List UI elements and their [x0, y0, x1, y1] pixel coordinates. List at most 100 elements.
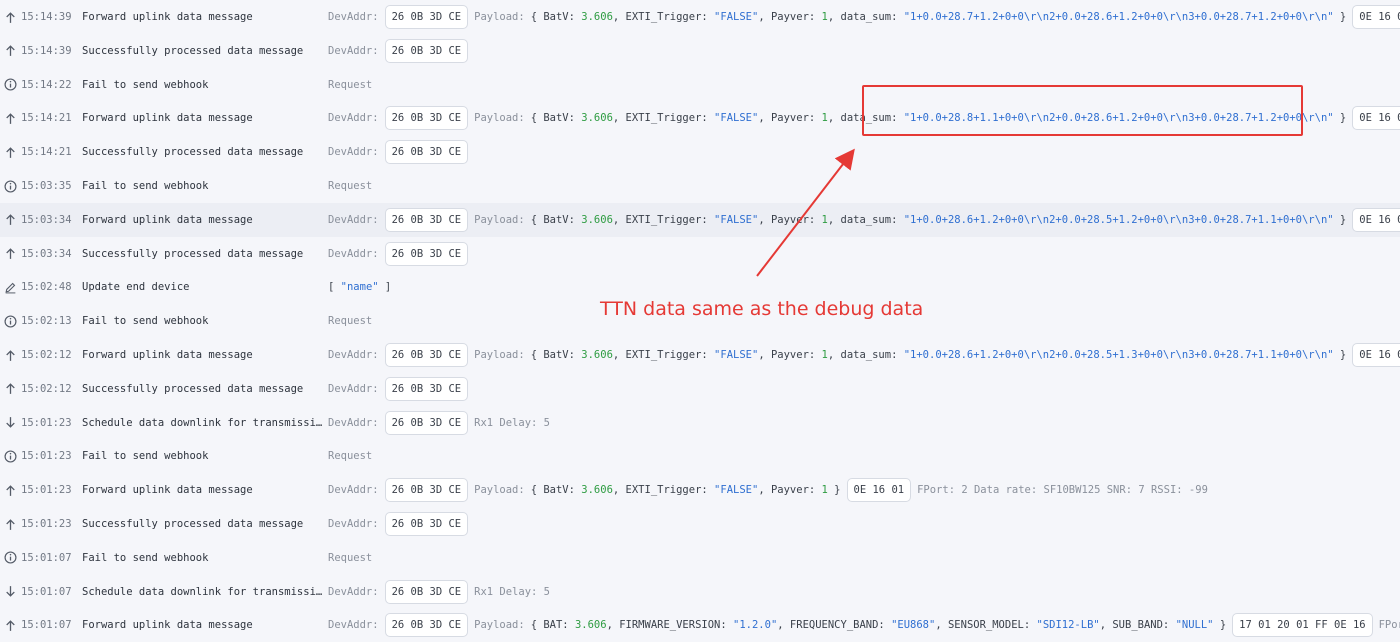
- payload-token: , Payver:: [758, 349, 822, 361]
- payload-token: , SUB_BAND:: [1099, 619, 1176, 632]
- payload-token: , EXTI_Trigger:: [612, 213, 715, 226]
- payload-label: Payload:: [474, 349, 525, 361]
- payload-token: "FALSE": [714, 349, 759, 361]
- raw-payload-chip[interactable]: 0E 16 01 F1 14: [1352, 343, 1400, 367]
- event-time: 15:14:21: [21, 146, 72, 159]
- event-details: DevAddr: 26 0B 3D CE Payload: { BatV: 3.606…: [328, 207, 1400, 232]
- payload-token: "1+0.0+28.7+1.2+0+0\r\n2+0.0+28.6+1.2+0+…: [903, 11, 1334, 23]
- event-details: Request: [328, 552, 372, 564]
- payload-token: 3.606: [581, 11, 613, 23]
- payload-token: "FALSE": [714, 484, 759, 497]
- payload-label: Payload:: [474, 213, 525, 226]
- arrow-up-icon: [4, 11, 17, 24]
- event-row[interactable]: 15:03:34 Forward uplink data message DevAd…: [0, 202, 1400, 237]
- event-row[interactable]: 15:01:07 Schedule data downlink for trans…: [0, 575, 1400, 609]
- devaddr-chip[interactable]: 26 0B 3D CE: [384, 106, 469, 131]
- payload-token: "SDI12-LB": [1036, 619, 1100, 632]
- event-row[interactable]: 15:03:35 Fail to send webhook Request: [0, 169, 1400, 203]
- payload-token: "NULL": [1175, 619, 1214, 632]
- arrow-up-icon: [4, 619, 17, 632]
- payload-token: , data_sum:: [827, 213, 904, 226]
- raw-payload-chip[interactable]: 0E 16 01 F1 14: [1352, 5, 1400, 29]
- event-time: 15:02:48: [21, 281, 72, 294]
- payload-token: 3.606: [581, 213, 613, 226]
- event-row[interactable]: 15:03:34 Successfully processed data mess…: [0, 237, 1400, 271]
- info-circle-icon: [4, 315, 17, 328]
- event-row[interactable]: 15:01:23 Successfully processed data mess…: [0, 507, 1400, 541]
- event-time: 15:02:13: [21, 315, 72, 328]
- devaddr-chip[interactable]: 26 0B 3D CE: [384, 579, 469, 604]
- downlink-detail: Rx1 Delay: 5: [474, 416, 550, 429]
- payload-token: }: [1333, 349, 1347, 361]
- event-row[interactable]: 15:01:23 Fail to send webhook Request: [0, 439, 1400, 473]
- event-details: DevAddr: 26 0B 3D CE: [328, 512, 469, 536]
- event-row[interactable]: 15:02:12 Forward uplink data message DevAd…: [0, 338, 1400, 372]
- raw-payload-chip[interactable]: 0E 16 01 F1 14: [1352, 106, 1400, 131]
- event-row[interactable]: 15:02:12 Successfully processed data mess…: [0, 372, 1400, 406]
- devaddr-chip[interactable]: 26 0B 3D CE: [384, 343, 469, 367]
- payload-label: Payload:: [474, 619, 525, 632]
- raw-payload-chip[interactable]: 17 01 20 01 FF 0E 16: [1232, 613, 1373, 638]
- event-details: DevAddr: 26 0B 3D CE: [328, 38, 469, 63]
- event-row[interactable]: 15:14:21 Successfully processed data mess…: [0, 135, 1400, 169]
- detail-token: "name": [340, 281, 379, 294]
- uplink-metadata: FPort: 5 Dat: [1378, 619, 1400, 632]
- event-message: Successfully processed data message: [82, 518, 304, 530]
- devaddr-label: DevAddr:: [328, 484, 379, 497]
- devaddr-chip[interactable]: 26 0B 3D CE: [384, 512, 469, 536]
- raw-payload-chip[interactable]: 0E 16 01: [846, 478, 912, 503]
- event-time: 15:01:23: [21, 484, 72, 497]
- event-time: 15:03:35: [21, 180, 72, 192]
- event-detail-text: Request: [328, 551, 373, 564]
- event-row[interactable]: 15:01:23 Forward uplink data message DevAd…: [0, 473, 1400, 507]
- payload-token: }: [1333, 11, 1347, 23]
- event-row[interactable]: 15:14:39 Forward uplink data message DevAd…: [0, 0, 1400, 34]
- info-circle-icon: [4, 78, 17, 91]
- payload-token: }: [1333, 213, 1347, 226]
- payload-token: 3.606: [574, 619, 607, 632]
- devaddr-label: DevAddr:: [328, 213, 379, 226]
- decoded-payload: { BatV: 3.606, EXTI_Trigger: "FALSE", Pa…: [531, 11, 1347, 23]
- payload-token: , EXTI_Trigger:: [612, 349, 715, 361]
- payload-token: "FALSE": [714, 11, 759, 23]
- payload-token: "1+0.0+28.6+1.2+0+0\r\n2+0.0+28.5+1.2+0+…: [903, 213, 1334, 226]
- arrow-up-icon: [4, 44, 17, 57]
- event-message: Successfully processed data message: [82, 382, 304, 395]
- devaddr-chip[interactable]: 26 0B 3D CE: [384, 5, 469, 29]
- decoded-payload: { BatV: 3.606, EXTI_Trigger: "FALSE", Pa…: [531, 484, 841, 496]
- event-message: Forward uplink data message: [82, 11, 253, 23]
- devaddr-chip[interactable]: 26 0B 3D CE: [384, 410, 469, 435]
- event-time: 15:02:12: [21, 349, 72, 361]
- payload-token: "FALSE": [714, 112, 759, 125]
- event-time: 15:03:34: [21, 213, 72, 226]
- devaddr-chip[interactable]: 26 0B 3D CE: [384, 241, 469, 266]
- payload-token: "1+0.0+28.6+1.2+0+0\r\n2+0.0+28.5+1.3+0+…: [903, 349, 1334, 361]
- devaddr-chip[interactable]: 26 0B 3D CE: [384, 140, 469, 165]
- devaddr-chip[interactable]: 26 0B 3D CE: [384, 38, 469, 63]
- event-message: Forward uplink data message: [82, 349, 253, 361]
- event-row[interactable]: 15:01:07 Fail to send webhook Request: [0, 541, 1400, 575]
- devaddr-chip[interactable]: 26 0B 3D CE: [384, 478, 469, 503]
- payload-label: Payload:: [474, 11, 525, 23]
- event-time: 15:14:21: [21, 112, 72, 125]
- payload-token: , EXTI_Trigger:: [612, 112, 715, 125]
- payload-label: Payload:: [474, 484, 525, 497]
- payload-token: , Payver:: [758, 484, 822, 497]
- devaddr-label: DevAddr:: [328, 146, 379, 159]
- event-message: Forward uplink data message: [82, 484, 253, 497]
- devaddr-chip[interactable]: 26 0B 3D CE: [384, 613, 469, 638]
- arrow-down-icon: [4, 416, 17, 429]
- payload-token: , Payver:: [758, 213, 822, 226]
- devaddr-chip[interactable]: 26 0B 3D CE: [384, 376, 469, 401]
- payload-token: , EXTI_Trigger:: [612, 11, 715, 23]
- payload-token: 3.606: [581, 112, 613, 125]
- event-message: Fail to send webhook: [82, 551, 209, 564]
- arrow-up-icon: [4, 112, 17, 125]
- event-row[interactable]: 15:01:23 Schedule data downlink for trans…: [0, 406, 1400, 440]
- devaddr-label: DevAddr:: [328, 619, 379, 632]
- payload-token: "EU868": [891, 619, 936, 632]
- event-details: DevAddr: 26 0B 3D CE: [328, 376, 469, 401]
- event-row[interactable]: 15:14:39 Successfully processed data mess…: [0, 34, 1400, 68]
- raw-payload-chip[interactable]: 0E 16 01 F1 14: [1352, 207, 1400, 232]
- devaddr-chip[interactable]: 26 0B 3D CE: [384, 207, 469, 232]
